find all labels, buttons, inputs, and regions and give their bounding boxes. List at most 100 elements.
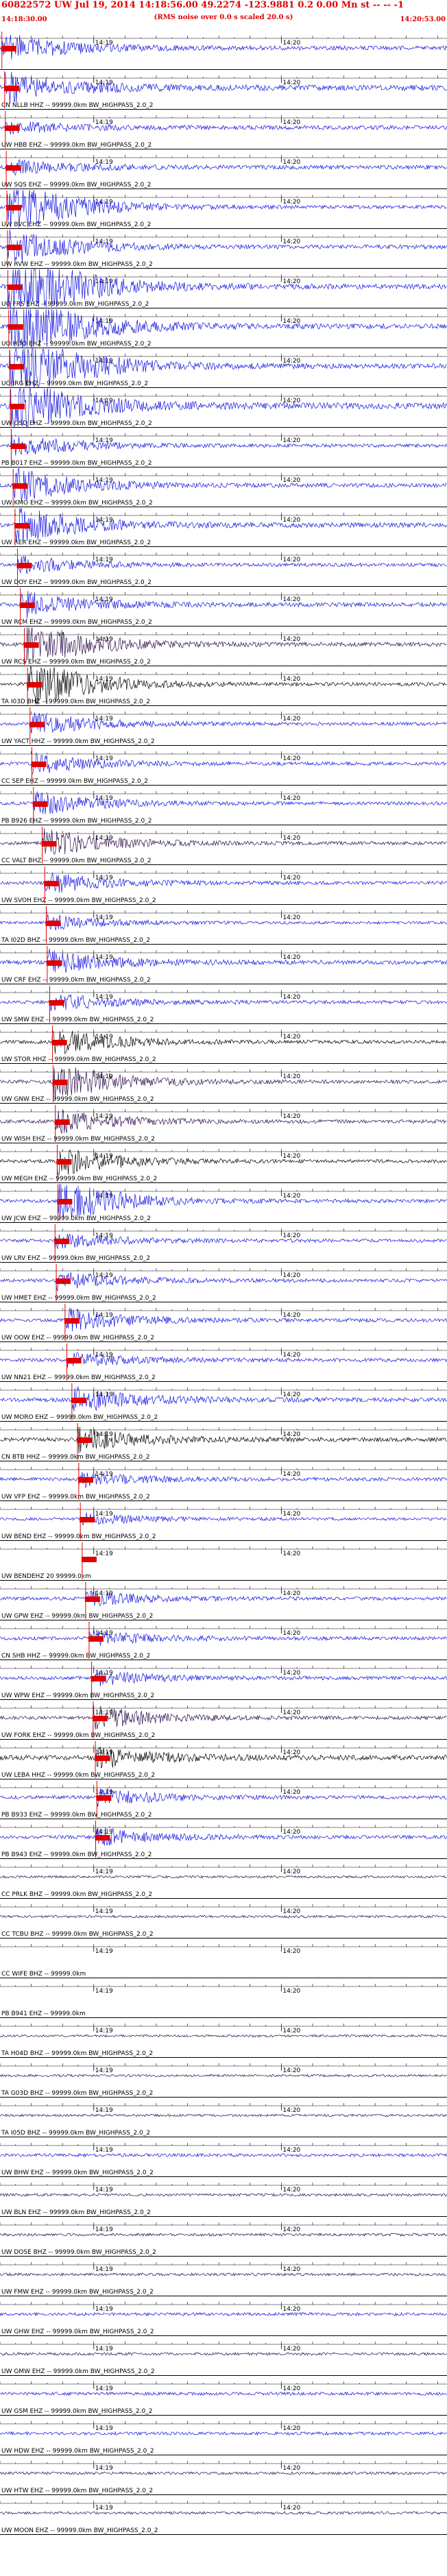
station-label: PB B933 EHZ -- 99999.0km BW_HIGHPASS_2.0…: [1, 1812, 152, 1819]
trace-row: 14:19 14:20 UW GHW EHZ -- 99999.0km BW_HIG…: [0, 2302, 447, 2336]
time-end-label: 14:20:53.00: [400, 16, 446, 23]
pick-marker: [90, 1676, 106, 1681]
time-tick-label: 14:20: [282, 1948, 300, 1955]
trace-row: 14:19 14:20 UW GMW EHZ -- 99999.0km BW_HIG…: [0, 2342, 447, 2376]
trace-row: 14:19 14:20 TA G03D BHZ -- 99999.0km BW_HI…: [0, 2063, 447, 2098]
trace-row: 14:19 14:20 CC PRLK BHZ -- 99999.0km BW_HI…: [0, 1864, 447, 1899]
station-label: UW SQS EHZ -- 99999.0km BW_HIGHPASS_2.0_…: [1, 182, 152, 189]
pick-marker: [1, 46, 16, 51]
station-label: UO IRG EHZ -- 99999.0km BW_HIGHPASS_2.0_…: [1, 380, 148, 387]
time-tick-label: 14:20: [282, 1710, 300, 1716]
station-label: UW NN21 EHZ -- 99999.0km BW_HIGHPASS_2.0…: [1, 1374, 156, 1381]
trace-row: 14:19 14:20UW STOR HHZ -- 99999.0km BW_HI…: [0, 1025, 447, 1064]
trace-row: 14:19 14:20UW HMET EHZ -- 99999.0km BW_HI…: [0, 1264, 447, 1302]
trace-row: 14:19 14:20 CC WIFE BHZ -- 99999.0km: [0, 1944, 447, 1978]
trace-row: 14:19 14:20UW MORO EHZ -- 99999.0km BW_HI…: [0, 1383, 447, 1422]
time-tick-label: 14:19: [95, 1988, 113, 1995]
pick-marker: [51, 1040, 67, 1045]
time-tick-label: 14:20: [282, 1789, 300, 1796]
trace-row: 14:19 14:20 CC SEP EHZ -- 99999.0km BW_HIG…: [0, 747, 447, 786]
trace-row: 14:19 14:20CN BTB HHZ -- 99999.0km BW_HIG…: [0, 1423, 447, 1461]
waveform-trace: [0, 2351, 447, 2356]
time-tick-label: 14:19: [95, 2505, 113, 2512]
time-tick-label: 14:20: [282, 437, 300, 444]
pick-marker: [77, 1437, 93, 1443]
station-label: UW LEBA HHZ -- 99999.0km BW_HIGHPASS_2.0…: [1, 1772, 155, 1779]
trace-row: 14:19 14:20 UW DOSE BHZ -- 99999.0km BW_HI…: [0, 2222, 447, 2257]
time-tick-label: 14:19: [95, 1232, 113, 1239]
pick-marker: [66, 1358, 82, 1363]
waveform-trace: [0, 2311, 447, 2317]
waveform-trace: [0, 2074, 447, 2078]
station-label: UW GNW EHZ -- 99999.0km BW_HIGHPASS_2.0_…: [1, 1096, 154, 1103]
pick-marker: [44, 881, 60, 886]
pick-marker: [49, 1000, 64, 1006]
waveform-trace: [0, 1875, 447, 1879]
waveform-trace: [0, 2471, 447, 2476]
time-tick-label: 14:19: [95, 2306, 113, 2313]
waveform-trace: [0, 159, 447, 176]
station-label: UW HDW EHZ -- 99999.0km BW_HIGHPASS_2.0_…: [1, 2448, 154, 2455]
trace-row: 14:19 14:20 PB B941 EHZ -- 99999.0km: [0, 1984, 447, 2018]
time-tick-label: 14:20: [282, 2425, 300, 2432]
trace-row: 14:19 14:20 UW HTW EHZ -- 99999.0km BW_HIG…: [0, 2461, 447, 2495]
time-tick-label: 14:19: [95, 2226, 113, 2233]
time-tick-label: 14:20: [282, 239, 300, 245]
station-label: PB B941 EHZ -- 99999.0km: [1, 2010, 86, 2017]
pick-marker: [31, 762, 47, 767]
pick-marker: [8, 324, 23, 330]
station-label: CC TCBU BHZ -- 99999.0km BW_HIGHPASS_2.0…: [1, 1931, 154, 1938]
time-tick-label: 14:20: [282, 2067, 300, 2074]
waveform-trace: [0, 1512, 447, 1526]
time-tick-label: 14:20: [282, 278, 300, 285]
trace-row: 14:19 14:20UW HBB EHZ -- 99999.0km BW_HIG…: [0, 111, 447, 149]
trace-row: 14:19 14:20UW OSD EHZ -- 99999.0km BW_HIG…: [0, 387, 447, 428]
time-tick-label: 14:20: [282, 1670, 300, 1677]
waveform-trace: [0, 121, 447, 135]
time-tick-label: 14:20: [282, 2385, 300, 2392]
pick-marker: [10, 404, 25, 409]
station-label: UW MEGH EHZ -- 99999.0km BW_HIGHPASS_2.0…: [1, 1176, 157, 1182]
time-tick-label: 14:19: [95, 2028, 113, 2034]
trace-row: 14:19 14:20UW JCW EHZ -- 99999.0km BW_HIG…: [0, 1183, 447, 1223]
pick-marker: [27, 682, 43, 688]
station-label: PB B943 EHZ -- 99999.0km BW_HIGHPASS_2.0…: [1, 1851, 152, 1858]
pick-marker: [14, 523, 29, 528]
station-label: UW BENDEHZ 20 99999.0km: [1, 1573, 91, 1580]
time-tick-label: 14:19: [95, 1869, 113, 1875]
pick-marker: [54, 1239, 70, 1244]
trace-row: 14:19 14:20UW RER EHZ -- 99999.0km BW_HIG…: [0, 507, 447, 547]
trace-row: 14:19 14:20UW GNW EHZ -- 99999.0km BW_HIG…: [0, 1065, 447, 1104]
time-tick-label: 14:20: [282, 1193, 300, 1200]
time-tick-label: 14:20: [282, 676, 300, 683]
trace-row: 14:19 14:20UW KMO EHZ -- 99999.0km BW_HIG…: [0, 467, 447, 507]
trace-row: 14:19 14:20PB B943 EHZ -- 99999.0km BW_HI…: [0, 1821, 447, 1859]
trace-row: 14:19 14:20TA I02D BHZ -- 99999.0km BW_HI…: [0, 906, 447, 945]
trace-row: 14:19 14:20UW SMW EHZ -- 99999.0km BW_HIG…: [0, 986, 447, 1024]
trace-row: 14:19 14:20 UW MOON EHZ -- 99999.0km BW_HI…: [0, 2501, 447, 2535]
waveform-trace: [0, 753, 447, 775]
pick-marker: [56, 1159, 72, 1165]
time-tick-label: 14:19: [95, 2266, 113, 2273]
time-tick-label: 14:19: [95, 2385, 113, 2392]
pick-marker: [32, 801, 48, 807]
trace-row: 14:19 14:20 PB B926 EHZ -- 99999.0km BW_HI…: [0, 787, 447, 825]
time-tick-label: 14:20: [282, 1551, 300, 1557]
time-tick-label: 14:19: [95, 795, 113, 802]
station-label: UO FRS EHZ -- 99999.0km BW_HIGHPASS_2.0_…: [1, 301, 149, 308]
station-label: UW RER EHZ -- 99999.0km BW_HIGHPASS_2.0_…: [1, 539, 151, 546]
station-label: TA I03D BHZ -- 99999.0km BW_HIGHPASS_2.0…: [1, 698, 150, 705]
time-tick-label: 14:19: [95, 755, 113, 762]
pick-marker: [88, 1636, 104, 1642]
station-label: TA I05D BHZ -- 99999.0km BW_HIGHPASS_2.0…: [1, 2130, 150, 2137]
waveform-trace: [0, 627, 447, 664]
trace-row: 14:19 14:20UW LEBA HHZ -- 99999.0km BW_HI…: [0, 1741, 447, 1779]
station-label: UW GHW EHZ -- 99999.0km BW_HIGHPASS_2.0_…: [1, 2329, 154, 2335]
time-tick-label: 14:19: [95, 2425, 113, 2432]
waveform-trace: [0, 1590, 447, 1606]
time-tick-label: 14:20: [282, 517, 300, 524]
time-tick-label: 14:19: [95, 1352, 113, 1359]
time-tick-label: 14:20: [282, 2028, 300, 2034]
time-tick-label: 14:20: [282, 1511, 300, 1518]
station-label: CN BTB HHZ -- 99999.0km BW_HIGHPASS_2.0_…: [1, 1454, 149, 1461]
